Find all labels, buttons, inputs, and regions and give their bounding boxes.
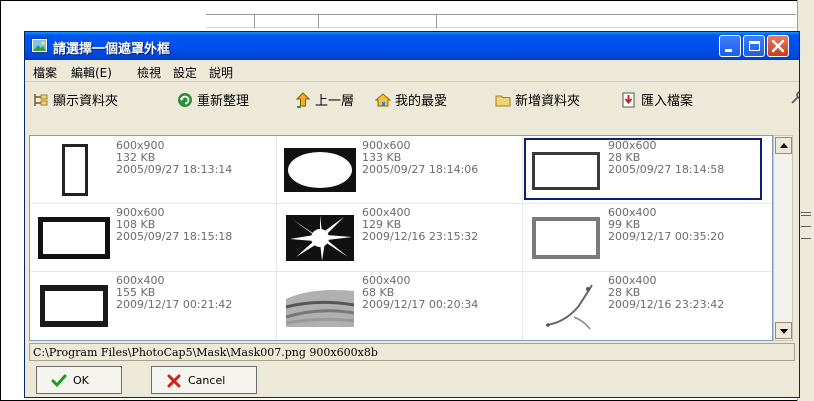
toolbar-overflow[interactable] <box>789 90 799 110</box>
thumbnail-info: 900x600 133 KB 2005/09/27 18:14:06 <box>362 140 478 176</box>
menu-help[interactable]: 說明 <box>209 64 233 81</box>
arrow-down-icon <box>780 329 788 334</box>
close-button[interactable] <box>767 35 789 57</box>
up-level-icon <box>295 92 311 108</box>
thumbnail-info: 600x900 132 KB 2005/09/27 18:13:14 <box>116 140 232 176</box>
gallery-scrollbar[interactable] <box>773 135 793 341</box>
file-date: 2005/09/27 18:13:14 <box>116 163 233 176</box>
thumbnail-info: 900x600 108 KB 2005/09/27 18:15:18 <box>116 207 232 243</box>
mask-preview <box>286 215 354 261</box>
file-date: 2005/09/27 18:14:06 <box>362 163 479 176</box>
mask-preview <box>532 217 600 259</box>
thumbnail-gallery: 600x900 132 KB 2005/09/27 18:13:14 900x600 1… <box>29 135 773 341</box>
arrow-up-icon <box>780 143 788 148</box>
import-file-button[interactable]: 匯入檔案 <box>621 90 693 110</box>
mask-preview <box>62 144 88 196</box>
scroll-up-button[interactable] <box>775 137 792 154</box>
file-date: 2009/12/17 00:20:34 <box>362 298 479 311</box>
selected-file-path: C:\Program Files\PhotoCap5\Mask\Mask007.… <box>33 346 378 359</box>
thumbnail-info: 600x400 129 KB 2009/12/16 23:15:32 <box>362 207 478 243</box>
favorites-button[interactable]: 我的最愛 <box>375 90 447 110</box>
thumbnail-item[interactable]: 600x400 155 KB 2009/12/17 00:21:42 <box>32 273 270 335</box>
up-level-button[interactable]: 上一層 <box>295 90 354 110</box>
key-icon <box>791 91 799 104</box>
window-title: 請選擇一個遮罩外框 <box>53 42 171 57</box>
maximize-button[interactable] <box>743 35 765 57</box>
refresh-button[interactable]: 重新整理 <box>177 90 249 110</box>
file-date: 2009/12/16 23:23:42 <box>608 298 725 311</box>
menu-settings[interactable]: 設定 <box>173 64 197 81</box>
background-toolbar-strip <box>206 14 796 28</box>
title-bar[interactable]: 請選擇一個遮罩外框 <box>25 32 799 60</box>
menu-view[interactable]: 檢視 <box>137 64 161 81</box>
close-icon <box>771 39 785 53</box>
thumbnail-item[interactable]: 600x400 99 KB 2009/12/17 00:35:20 <box>524 205 762 267</box>
scroll-down-button[interactable] <box>775 322 792 339</box>
cancel-button[interactable]: Cancel <box>151 366 257 394</box>
thumbnail-info: 600x400 68 KB 2009/12/17 00:20:34 <box>362 275 478 311</box>
file-date: 2005/09/27 18:14:58 <box>608 163 725 176</box>
file-date: 2009/12/17 00:35:20 <box>608 230 725 243</box>
thumbnail-item[interactable]: 900x600 108 KB 2005/09/27 18:15:18 <box>32 205 270 267</box>
thumbnail-info: 600x400 28 KB 2009/12/16 23:23:42 <box>608 275 724 311</box>
thumbnail-item[interactable]: 600x900 132 KB 2005/09/27 18:13:14 <box>32 138 270 200</box>
checkmark-icon <box>51 374 67 388</box>
menu-file[interactable]: 檔案 <box>33 64 57 81</box>
mask-preview <box>38 217 110 259</box>
menu-edit[interactable]: 編輯(E) <box>71 64 112 81</box>
mask-preview <box>532 152 600 190</box>
show-folder-icon <box>34 94 48 106</box>
mask-preview <box>285 290 355 327</box>
mask-chooser-dialog: 請選擇一個遮罩外框 檔案 編輯(E) 檢視 設定 說明 顯示資料夾 重新整理 上… <box>24 31 800 398</box>
minimize-button[interactable] <box>719 35 741 57</box>
ok-button[interactable]: OK <box>36 366 122 394</box>
thumbnail-item[interactable]: 600x400 28 KB 2009/12/16 23:23:42 <box>524 273 762 335</box>
thumbnail-item[interactable]: 600x400 68 KB 2009/12/17 00:20:34 <box>278 273 516 335</box>
new-folder-button[interactable]: 新增資料夾 <box>495 90 580 110</box>
mask-preview <box>284 148 356 192</box>
mask-preview <box>545 284 593 330</box>
thumbnail-item[interactable]: 600x400 129 KB 2009/12/16 23:15:32 <box>278 205 516 267</box>
thumbnail-item[interactable]: 900x600 133 KB 2005/09/27 18:14:06 <box>278 138 516 200</box>
menu-bar: 檔案 編輯(E) 檢視 設定 說明 <box>25 60 799 82</box>
thumbnail-info: 600x400 155 KB 2009/12/17 00:21:42 <box>116 275 232 311</box>
mask-preview <box>40 285 108 327</box>
file-date: 2009/12/17 00:21:42 <box>116 298 233 311</box>
thumbnail-info: 900x600 28 KB 2005/09/27 18:14:58 <box>608 140 724 176</box>
app-icon <box>31 38 48 53</box>
status-bar: C:\Program Files\PhotoCap5\Mask\Mask007.… <box>29 343 795 361</box>
thumbnail-item[interactable]: 900x600 28 KB 2005/09/27 18:14:58 <box>524 138 762 200</box>
new-folder-icon <box>495 95 511 107</box>
toolbar: 顯示資料夾 重新整理 上一層 我的最愛 新增資料夾 匯入檔案 <box>25 83 799 115</box>
maximize-icon <box>749 41 760 51</box>
import-file-icon <box>622 92 635 108</box>
refresh-icon <box>178 93 192 107</box>
cross-icon <box>167 374 181 388</box>
show-folder-button[interactable]: 顯示資料夾 <box>33 90 118 110</box>
file-date: 2005/09/27 18:15:18 <box>116 230 233 243</box>
file-date: 2009/12/16 23:15:32 <box>362 230 479 243</box>
thumbnail-info: 600x400 99 KB 2009/12/17 00:35:20 <box>608 207 724 243</box>
minimize-icon <box>725 49 732 52</box>
favorites-icon <box>375 93 391 107</box>
